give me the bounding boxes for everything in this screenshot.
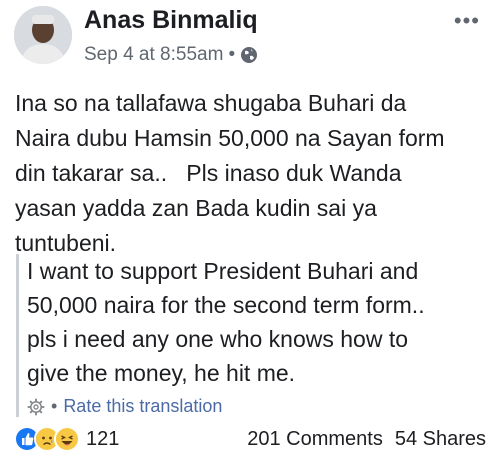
meta-separator: • [228,44,236,65]
post-text-line: Ina so na tallafawa shugaba Buhari da [15,90,407,116]
translation-line: pls i need any one who knows how to [27,326,409,352]
post-meta: Sep 4 at 8:55am • [84,44,258,66]
translation-block: I want to support President Buhari and 5… [16,254,497,417]
shares-count-link[interactable]: 54 Shares [395,428,486,451]
rate-translation-link[interactable]: Rate this translation [63,396,222,417]
facebook-post: Anas Binmaliq Sep 4 at 8:55am • ••• Ina … [0,0,500,471]
translation-line: give the money, he hit me. [27,360,296,386]
translation-line: I want to support President Buhari and [27,258,419,284]
haha-icon [54,426,80,452]
post-footer: 121 201 Comments 54 Shares [14,424,486,454]
globe-icon[interactable] [240,46,258,64]
post-text-line: din takarar sa.. Pls inaso duk Wanda [15,160,402,186]
post-timestamp[interactable]: Sep 4 at 8:55am [84,44,223,66]
translation-text: I want to support President Buhari and 5… [27,254,497,390]
post-text: Ina so na tallafawa shugaba Buhari da Na… [15,86,490,261]
reactions-summary[interactable]: 121 [14,426,119,452]
author-name[interactable]: Anas Binmaliq [84,6,258,35]
engagement-stats: 201 Comments 54 Shares [247,428,486,451]
comments-count-link[interactable]: 201 Comments [247,428,383,451]
post-text-line: yasan yadda zan Bada kudin sai ya [15,195,377,221]
more-options-button[interactable]: ••• [454,8,480,34]
avatar[interactable] [14,6,72,64]
gear-icon[interactable] [27,398,45,416]
post-text-line: Naira dubu Hamsin 50,000 na Sayan form [15,125,445,151]
translation-line: 50,000 naira for the second term form.. [27,292,425,318]
actions-separator: • [51,396,58,416]
translation-actions: • Rate this translation [27,396,497,417]
reaction-count: 121 [86,427,120,450]
